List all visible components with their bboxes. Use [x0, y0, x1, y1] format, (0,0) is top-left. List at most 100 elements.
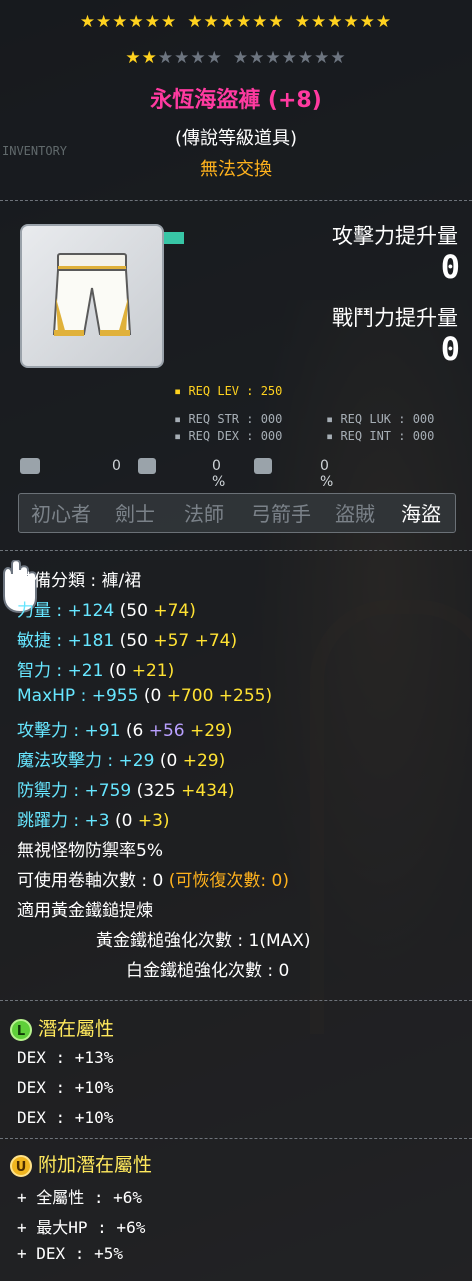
req-luk-text: REQ LUK : 000 [340, 412, 435, 426]
stat-base: (50 [119, 601, 148, 621]
stat-base: (0 [143, 686, 162, 706]
stat-attack: 攻擊力 : +91 (6 +56 +29) [17, 716, 233, 741]
additional-potential-line: + DEX : +5% [17, 1244, 123, 1263]
stat-category: 裝備分類 : 褲/裙 [17, 571, 142, 591]
stat-base: (0 [159, 751, 178, 771]
job-pirate: 海盜 [401, 502, 441, 526]
req-level: ▪ REQ LEV : 250 [174, 384, 283, 398]
shield-icon [254, 458, 272, 474]
stat-total: +91 [84, 721, 121, 741]
stat-label: MaxHP : [17, 686, 87, 706]
stat-str: 力量 : +124 (50 +74) [17, 596, 196, 621]
job-magician: 法師 [184, 502, 224, 526]
attack-gain-value: 0 [440, 248, 460, 286]
star-group-off: ★★★★ [157, 48, 223, 68]
stat-bonus: +434) [181, 781, 235, 801]
flag-value: 0 % [320, 458, 334, 490]
job-warrior: 劍士 [115, 502, 155, 526]
stat-total: +955 [91, 686, 139, 706]
star-group: ★★★★★★ [79, 12, 178, 32]
swap-icon [20, 458, 40, 474]
stat-bonus: +57 [153, 631, 190, 651]
req-str-text: REQ STR : 000 [188, 412, 283, 426]
item-flags-row: 0 0 % 0 % [20, 458, 333, 490]
potential-line: DEX : +10% [17, 1108, 114, 1127]
trade-status: 無法交換 [200, 159, 272, 180]
scroll-recover-text: (可恢復次數: 0) [168, 871, 289, 891]
potential-header: L 潛在屬性 [10, 1014, 114, 1041]
unique-badge-icon: U [10, 1154, 32, 1177]
stat-defense: 防禦力 : +759 (325 +434) [17, 776, 234, 801]
battle-gain-value: 0 [440, 330, 460, 368]
potential-title: 潛在屬性 [38, 1018, 115, 1040]
stat-bonus: +74) [153, 601, 196, 621]
pants-item-icon [52, 253, 132, 336]
stat-bonus: +255) [218, 686, 273, 706]
item-flag [164, 232, 184, 244]
stat-total: +759 [84, 781, 132, 801]
additional-potential-title: 附加潛在屬性 [38, 1154, 153, 1176]
potential-line: DEX : +10% [17, 1078, 114, 1097]
flag-value: 0 [112, 458, 121, 474]
stat-label: 智力 : [17, 661, 63, 681]
job-beginner: 初心者 [31, 502, 91, 526]
star-group-on: ★★ [125, 48, 158, 68]
stat-bonus: +74) [194, 631, 238, 651]
star-force-row-second: ★★★★★★ ★★★★★★★ [0, 48, 472, 68]
req-str: ▪ REQ STR : 000 [174, 412, 283, 426]
stat-label: 敏捷 : [17, 631, 63, 651]
platinum-hammer-count: 白金鐵槌強化次數 : 0 [126, 961, 290, 981]
item-tooltip: ★★★★★★ ★★★★★★ ★★★★★★ ★★★★★★ ★★★★★★★ 永恆海盜褲 (… [0, 0, 472, 1281]
stat-base: (325 [136, 781, 176, 801]
stat-base: (0 [115, 811, 133, 831]
req-int: ▪ REQ INT : 000 [326, 429, 435, 443]
stat-label: 力量 : [17, 601, 63, 621]
req-luk: ▪ REQ LUK : 000 [326, 412, 435, 426]
stat-total: +181 [67, 631, 115, 651]
gold-hammer-count: 黃金鐵槌強化次數 : 1(MAX) [96, 931, 311, 951]
stat-label: 跳躍力 : [17, 811, 80, 831]
stat-bonus: +3) [137, 811, 170, 831]
stat-maxhp: MaxHP : +955 (0 +700 +255) [17, 686, 272, 706]
job-bar: 初心者 劍士 法師 弓箭手 盜賊 海盜 [18, 493, 456, 533]
stat-jump: 跳躍力 : +3 (0 +3) [17, 806, 170, 831]
stat-total: +3 [84, 811, 110, 831]
divider [0, 200, 472, 201]
stat-total: +29 [118, 751, 155, 771]
stat-bonus: +29) [182, 751, 226, 771]
attack-gain-label: 攻擊力提升量 [332, 224, 458, 248]
legendary-badge-icon: L [10, 1018, 32, 1041]
star-group-off: ★★★★★★★ [232, 48, 347, 68]
stat-scroll-slots: 可使用卷軸次數 : 0 (可恢復次數: 0) [17, 866, 289, 891]
stat-base: (0 [108, 661, 127, 681]
req-dex-text: REQ DEX : 000 [188, 429, 283, 443]
additional-potential-header: U 附加潛在屬性 [10, 1150, 152, 1177]
item-title: 永恆海盜褲 (+8) [150, 88, 322, 113]
stat-base: (50 [119, 631, 148, 651]
req-dex: ▪ REQ DEX : 000 [174, 429, 283, 443]
stat-bonus: +29) [190, 721, 233, 741]
job-archer: 弓箭手 [251, 502, 311, 526]
stat-int: 智力 : +21 (0 +21) [17, 656, 174, 681]
hammer-note: 適用黃金鐵鎚提煉 [17, 901, 153, 921]
star-force-row-top: ★★★★★★ ★★★★★★ ★★★★★★ [0, 12, 472, 32]
divider [0, 1138, 472, 1139]
divider [0, 550, 472, 551]
stat-label: 防禦力 : [17, 781, 80, 801]
stat-bonus: +700 [166, 686, 214, 706]
flag-value: 0 % [212, 458, 226, 490]
battle-gain-label: 戰鬥力提升量 [332, 306, 458, 330]
divider [0, 1000, 472, 1001]
stat-magic-attack: 魔法攻擊力 : +29 (0 +29) [17, 746, 225, 771]
scroll-slots-text: 可使用卷軸次數 : 0 [17, 871, 164, 891]
stat-label: 攻擊力 : [17, 721, 80, 741]
upgrade-icon [138, 458, 156, 474]
req-level-text: REQ LEV : 250 [188, 384, 283, 398]
stat-total: +21 [67, 661, 104, 681]
stat-base: (6 [125, 721, 144, 741]
job-thief: 盜賊 [335, 502, 375, 526]
additional-potential-line: + 最大HP : +6% [17, 1218, 146, 1237]
stat-total: +124 [67, 601, 115, 621]
additional-potential-line: + 全屬性 : +6% [17, 1188, 143, 1207]
stat-label: 魔法攻擊力 : [17, 751, 114, 771]
